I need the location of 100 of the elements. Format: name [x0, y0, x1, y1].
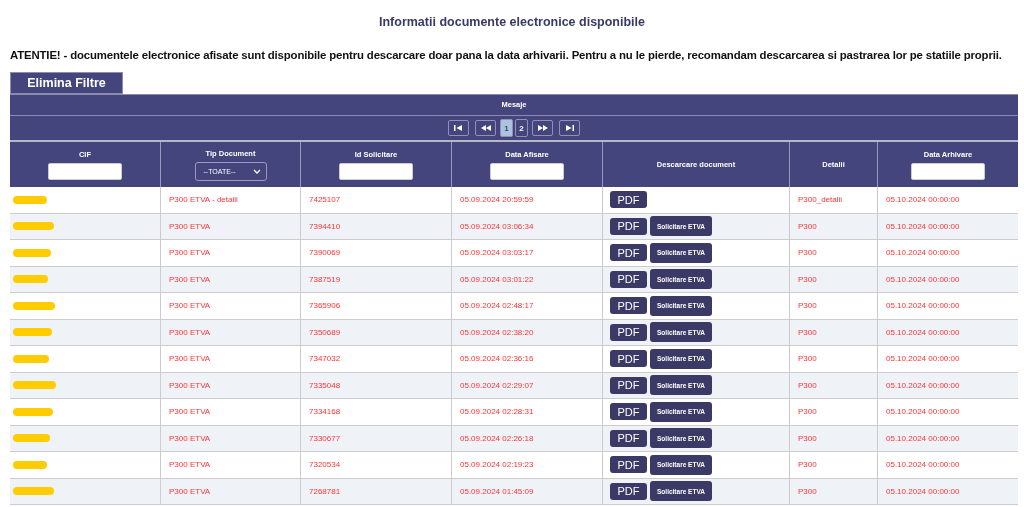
first-page-icon: [454, 125, 463, 131]
table-cell: P300: [798, 221, 817, 231]
pdf-button[interactable]: PDF: [610, 323, 647, 341]
table-cell: P300 ETVA: [169, 433, 211, 443]
table-cell: 05.09.2024 01:45:09: [460, 486, 534, 496]
redaction-mark: [13, 460, 47, 469]
table-cell: 05.10.2024 00:00:00: [886, 380, 960, 390]
table-cell: 05.09.2024 02:19:23: [460, 460, 534, 470]
table-cell: 7425107: [309, 195, 341, 205]
table-cell: P300 ETVA: [169, 407, 211, 417]
table-cell: P300 ETVA: [169, 460, 211, 470]
table-cell: 7268781: [309, 486, 341, 496]
filter-input[interactable]: [339, 162, 413, 180]
redaction-mark: [13, 195, 47, 204]
table-cell: P300: [798, 274, 817, 284]
table-cell: 05.10.2024 00:00:00: [886, 354, 960, 364]
table-cell: 05.09.2024 02:29:07: [460, 380, 534, 390]
redaction-mark: [13, 434, 50, 443]
table-cell: 7320534: [309, 460, 341, 470]
redaction-mark: [13, 354, 49, 363]
filter-input[interactable]: [48, 162, 122, 180]
table-cell: 7394410: [309, 221, 341, 231]
last-page-button[interactable]: [559, 120, 580, 136]
table-cell: 05.09.2024 03:01:22: [460, 274, 534, 284]
first-page-button[interactable]: [448, 120, 469, 136]
table-cell: 05.09.2024 20:59:59: [460, 195, 534, 205]
table-cell: 05.10.2024 00:00:00: [886, 407, 960, 417]
table-cell: 05.09.2024 02:48:17: [460, 301, 534, 311]
filter-input[interactable]: [911, 162, 985, 180]
table-cell: 05.10.2024 00:00:00: [886, 433, 960, 443]
pdf-button[interactable]: PDF: [610, 350, 647, 368]
chevron-down-icon: [252, 168, 261, 174]
table-cell: P300 ETVA: [169, 274, 211, 284]
table-cell: 05.10.2024 00:00:00: [886, 460, 960, 470]
table-cell: P300: [798, 327, 817, 337]
page-number-button[interactable]: 2: [515, 119, 528, 137]
table-cell: 05.09.2024 02:38:20: [460, 327, 534, 337]
table-cell: P300: [798, 407, 817, 417]
table-cell: 7387519: [309, 274, 341, 284]
page-title: Informatii documente electronice disponibile: [378, 14, 646, 31]
table-cell: 05.10.2024 00:00:00: [886, 274, 960, 284]
table-cell: 05.10.2024 00:00:00: [886, 248, 960, 258]
clear-filters-button[interactable]: Elimina Filtre: [10, 72, 123, 94]
table-cell: 7390069: [309, 248, 341, 258]
table-cell: 05.10.2024 00:00:00: [886, 221, 960, 231]
redaction-mark: [13, 487, 54, 496]
pdf-button[interactable]: PDF: [610, 482, 647, 500]
table-cell: 05.10.2024 00:00:00: [886, 195, 960, 205]
table-cell: P300 ETVA: [169, 354, 211, 364]
redaction-mark: [13, 248, 51, 257]
redaction-mark: [13, 407, 53, 416]
previous-page-button[interactable]: [475, 120, 496, 136]
table-cell: P300 ETVA: [169, 248, 211, 258]
pdf-button[interactable]: PDF: [610, 403, 647, 421]
table-cell: 7334168: [309, 407, 341, 417]
table-cell: P300 ETVA - detalii: [169, 195, 238, 205]
table-cell: P300: [798, 354, 817, 364]
filter-input[interactable]: [490, 162, 564, 180]
pdf-button[interactable]: PDF: [610, 376, 647, 394]
pdf-button[interactable]: PDF: [610, 217, 647, 235]
table-cell: 7330677: [309, 433, 341, 443]
table-cell: 7347032: [309, 354, 341, 364]
table-cell: 05.09.2024 03:03:17: [460, 248, 534, 258]
table-cell: P300 ETVA: [169, 301, 211, 311]
table-cell: 05.09.2024 03:06:34: [460, 221, 534, 231]
table-cell: 05.10.2024 00:00:00: [886, 486, 960, 496]
table-cell: P300 ETVA: [169, 221, 211, 231]
table-cell: 05.10.2024 00:00:00: [886, 327, 960, 337]
table-cell: P300: [798, 301, 817, 311]
page-number-button[interactable]: 1: [500, 119, 513, 137]
last-page-icon: [565, 125, 574, 131]
table-cell: 7350689: [309, 327, 341, 337]
table-cell: P300 ETVA: [169, 380, 211, 390]
pdf-button[interactable]: PDF: [610, 191, 647, 209]
redaction-mark: [13, 222, 54, 231]
redaction-mark: [13, 328, 52, 337]
table-cell: 7335048: [309, 380, 341, 390]
warning-text: ATENTIE! - documentele electronice afisate sunt disponibile pentru descarcare doar pana la data arhivarii. Pentru a nu le pierde, recomandam descarcarea si pastrarea lor pe statiile proprii.: [9, 48, 1003, 63]
table-cell: 05.09.2024 02:26:18: [460, 433, 534, 443]
pdf-button[interactable]: PDF: [610, 244, 647, 262]
previous-page-icon: [480, 125, 491, 131]
pdf-button[interactable]: PDF: [610, 456, 647, 474]
pdf-button[interactable]: PDF: [610, 429, 647, 447]
table-cell: 05.09.2024 02:28:31: [460, 407, 534, 417]
table-cell: P300: [798, 380, 817, 390]
pdf-button[interactable]: PDF: [610, 297, 647, 315]
table-cell: P300 ETVA: [169, 486, 211, 496]
table-cell: P300: [798, 433, 817, 443]
table-cell: P300: [798, 460, 817, 470]
redaction-mark: [13, 301, 55, 310]
table-cell: P300 ETVA: [169, 327, 211, 337]
redaction-mark: [13, 275, 48, 284]
table-cell: P300: [798, 486, 817, 496]
next-page-button[interactable]: [532, 120, 553, 136]
table-cell: 05.10.2024 00:00:00: [886, 301, 960, 311]
pdf-button[interactable]: PDF: [610, 270, 647, 288]
next-page-icon: [537, 125, 548, 131]
redaction-mark: [13, 381, 56, 390]
table-cell: 05.09.2024 02:36:16: [460, 354, 534, 364]
table-cell: P300: [798, 248, 817, 258]
